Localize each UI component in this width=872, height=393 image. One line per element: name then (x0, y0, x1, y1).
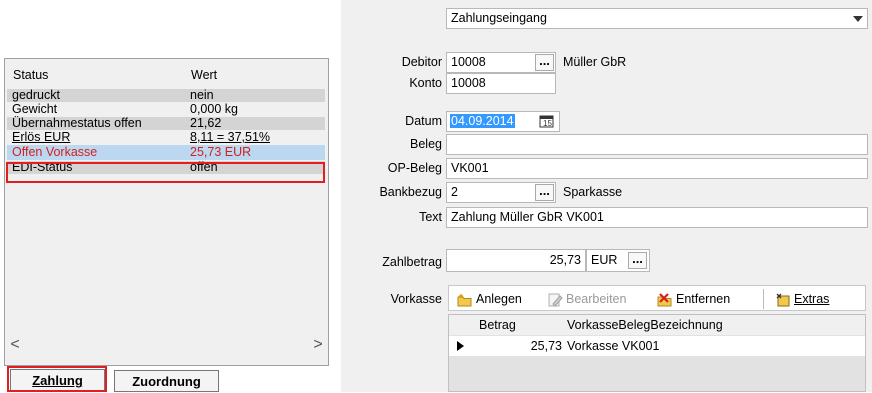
chevron-down-icon[interactable] (853, 16, 863, 22)
status-value: 0,000 kg (190, 102, 238, 116)
datum-label: Datum (405, 114, 442, 128)
table-row[interactable]: 25,73 Vorkasse VK001 (449, 336, 865, 356)
tab-zuordnung-label: Zuordnung (132, 374, 201, 389)
scroll-left-icon[interactable]: < (6, 334, 24, 355)
opbeleg-value: VK001 (451, 161, 489, 175)
delete-icon (657, 292, 672, 307)
status-value: nein (190, 88, 214, 102)
bankbezug-label: Bankbezug (379, 185, 442, 199)
debitor-label: Debitor (401, 55, 442, 69)
debitor-name: Müller GbR (563, 55, 627, 69)
konto-field[interactable]: 10008 (446, 73, 556, 94)
currency-value: EUR (591, 253, 618, 267)
datum-value: 04.09.2014 (450, 114, 515, 128)
text-value: Zahlung Müller GbR VK001 (451, 210, 604, 224)
status-label: Offen Vorkasse (12, 145, 98, 159)
extras-label: Extras (794, 292, 830, 306)
status-row[interactable]: Übernahmestatus offen 21,62 (7, 117, 325, 130)
payment-type-value: Zahlungseingang (451, 11, 547, 25)
konto-value: 10008 (451, 76, 486, 90)
currency-lookup-button[interactable]: ... (628, 252, 647, 269)
status-value: 8,11 = 37,51% (190, 130, 271, 144)
scroll-right-icon[interactable]: > (309, 334, 327, 355)
zahlbetrag-value: 25,73 (549, 253, 581, 267)
vorkasse-toolbar: Anlegen Bearbeiten Entfernen Extras (448, 285, 866, 311)
grid-header: Betrag VorkasseBelegBezeichnung (449, 315, 865, 335)
column-header-status[interactable]: Status (13, 67, 48, 83)
highlight-offen-vorkasse (6, 162, 325, 183)
opbeleg-field[interactable]: VK001 (446, 158, 868, 179)
svg-text:15: 15 (543, 119, 552, 128)
status-row-selected[interactable]: Offen Vorkasse 25,73 EUR (7, 145, 325, 160)
entfernen-label: Entfernen (676, 292, 731, 306)
debitor-lookup-button[interactable]: ... (535, 54, 554, 71)
status-value: 21,62 (190, 116, 222, 130)
anlegen-button[interactable]: Anlegen (457, 290, 522, 308)
tab-zuordnung[interactable]: Zuordnung (114, 370, 219, 392)
beleg-label: Beleg (410, 137, 442, 151)
text-field[interactable]: Zahlung Müller GbR VK001 (446, 207, 868, 228)
betrag-cell: 25,73 (530, 339, 562, 353)
konto-label: Konto (409, 76, 442, 90)
zahlbetrag-field[interactable]: 25,73 (446, 249, 586, 272)
bankbezug-value: 2 (451, 185, 458, 199)
extras-icon (776, 293, 790, 307)
column-header-bezeichnung[interactable]: VorkasseBelegBezeichnung (567, 315, 723, 335)
status-panel: Status Wert gedruckt nein Gewicht 0,000 … (4, 58, 329, 366)
vorkasse-label: Vorkasse (390, 292, 442, 306)
status-label: gedruckt (12, 88, 60, 102)
new-folder-icon (457, 293, 472, 307)
anlegen-label: Anlegen (476, 292, 522, 306)
bankbezug-lookup-button[interactable]: ... (535, 184, 554, 201)
text-label: Text (419, 210, 442, 224)
status-row[interactable]: Erlös EUR 8,11 = 37,51% (7, 131, 325, 144)
status-value: 25,73 EUR (190, 145, 252, 159)
status-label: Erlös EUR (12, 130, 71, 144)
calendar-icon[interactable]: 15 (539, 114, 554, 128)
extras-button[interactable]: Extras (775, 290, 829, 308)
bearbeiten-button[interactable]: Bearbeiten (547, 290, 626, 308)
debitor-value: 10008 (451, 55, 486, 69)
horizontal-scrollbar[interactable]: < > (6, 334, 327, 355)
bezeichnung-cell: Vorkasse VK001 (567, 339, 660, 353)
column-header-wert[interactable]: Wert (191, 67, 217, 83)
zahlbetrag-label: Zahlbetrag (382, 255, 442, 269)
status-row[interactable]: gedruckt nein (7, 89, 325, 102)
status-label: Übernahmestatus offen (12, 116, 142, 130)
edit-document-icon (548, 293, 563, 307)
bearbeiten-label: Bearbeiten (566, 292, 627, 306)
status-label: Gewicht (12, 102, 58, 116)
row-pointer-icon (457, 341, 464, 351)
beleg-field[interactable] (446, 134, 868, 155)
opbeleg-label: OP-Beleg (387, 161, 442, 175)
toolbar-separator (763, 289, 764, 309)
bank-name: Sparkasse (563, 185, 623, 199)
highlight-tab-zahlung (7, 366, 107, 392)
status-row[interactable]: Gewicht 0,000 kg (7, 103, 325, 116)
entfernen-button[interactable]: Entfernen (657, 290, 730, 308)
column-header-betrag[interactable]: Betrag (479, 315, 516, 335)
vorkasse-grid: Betrag VorkasseBelegBezeichnung 25,73 Vo… (448, 314, 866, 392)
payment-type-dropdown[interactable]: Zahlungseingang (446, 8, 868, 29)
